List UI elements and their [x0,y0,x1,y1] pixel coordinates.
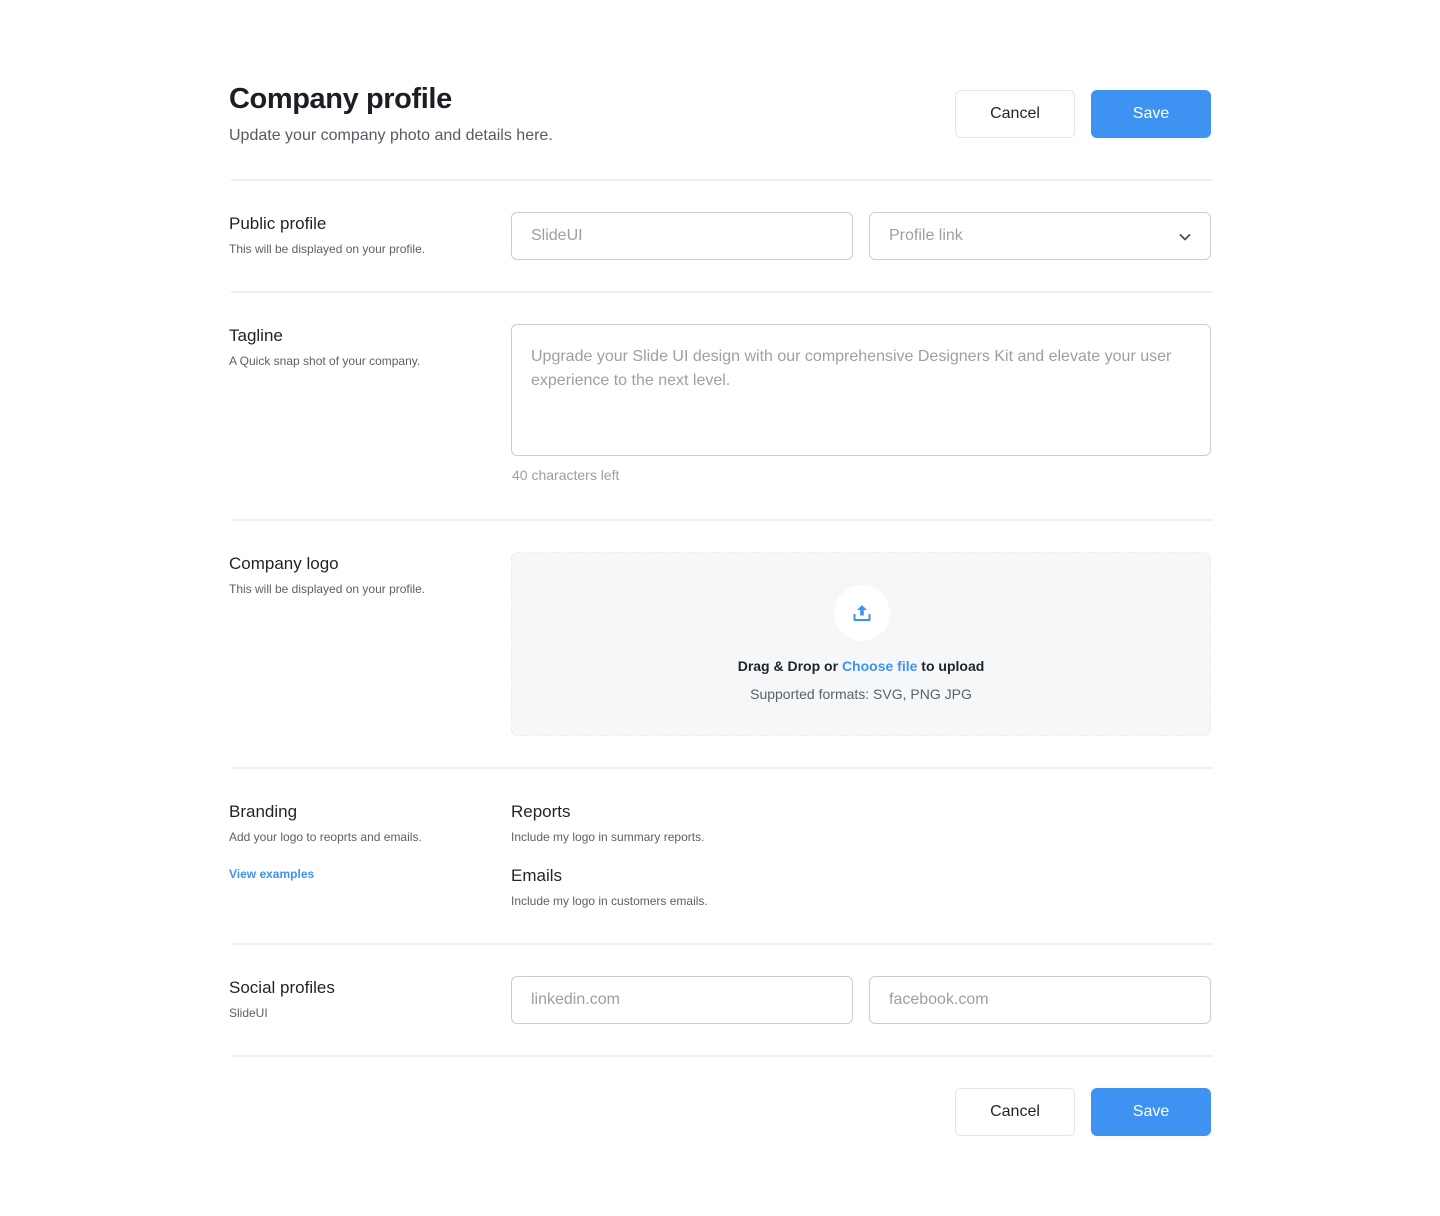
header-cancel-button[interactable]: Cancel [955,90,1075,138]
logo-upload-dropzone[interactable]: Drag & Drop or Choose file to upload Sup… [511,552,1211,736]
branding-label: Branding Add your logo to reoprts and em… [229,801,489,883]
supported-formats: Supported formats: SVG, PNG JPG [750,686,972,702]
tagline-label: Tagline A Quick snap shot of your compan… [229,325,489,369]
option-title: Reports [511,802,571,821]
profile-link-select-value: Profile link [889,227,963,244]
view-examples-link[interactable]: View examples [229,867,314,881]
footer-save-button[interactable]: Save [1091,1088,1211,1136]
section-description: Add your logo to reoprts and emails. [229,830,422,844]
option-description: Include my logo in customers emails. [511,894,708,908]
divider [231,943,1213,945]
profile-link-select[interactable]: Profile link [869,212,1211,260]
company-logo-label: Company logo This will be displayed on y… [229,553,489,597]
section-title: Branding [229,802,298,821]
choose-file-link[interactable]: Choose file [842,658,917,674]
header-save-button[interactable]: Save [1091,90,1211,138]
divider [231,519,1213,521]
page-title: Company profile [229,83,452,115]
upload-suffix: to upload [921,658,985,674]
social-profiles-label: Social profiles SlideUI [229,977,489,1021]
section-description: This will be displayed on your profile. [229,242,426,256]
tagline-textarea[interactable]: Upgrade your Slide UI design with our co… [511,324,1211,456]
tagline-placeholder: Upgrade your Slide UI design with our co… [531,348,1172,389]
page-subtitle: Update your company photo and details he… [229,127,553,144]
branding-option-emails[interactable]: Emails Include my logo in customers emai… [511,865,911,909]
divider [231,291,1213,293]
public-profile-label: Public profile This will be displayed on… [229,213,489,257]
upload-prefix: Drag & Drop or [737,658,839,674]
upload-icon [853,605,871,621]
section-title: Social profiles [229,978,335,997]
chevron-down-icon [1179,234,1191,241]
characters-left-counter: 40 characters left [512,467,620,483]
divider [231,1055,1213,1057]
company-name-input[interactable]: SlideUI [511,212,853,260]
divider [231,767,1213,769]
section-title: Tagline [229,326,283,345]
footer-cancel-button[interactable]: Cancel [955,1088,1075,1136]
section-title: Company logo [229,554,339,573]
facebook-input[interactable]: facebook.com [869,976,1211,1024]
option-description: Include my logo in summary reports. [511,830,705,844]
linkedin-input[interactable]: linkedin.com [511,976,853,1024]
option-title: Emails [511,866,563,885]
section-description: This will be displayed on your profile. [229,582,426,596]
divider [231,179,1213,181]
section-description: A Quick snap shot of your company. [229,354,421,368]
section-title: Public profile [229,214,327,233]
upload-icon-badge [834,585,890,641]
section-description: SlideUI [229,1006,268,1020]
linkedin-placeholder: linkedin.com [531,991,620,1008]
upload-instruction: Drag & Drop or Choose file to upload [512,658,1210,674]
branding-option-reports[interactable]: Reports Include my logo in summary repor… [511,801,911,845]
facebook-placeholder: facebook.com [889,991,989,1008]
company-name-placeholder: SlideUI [531,227,583,244]
